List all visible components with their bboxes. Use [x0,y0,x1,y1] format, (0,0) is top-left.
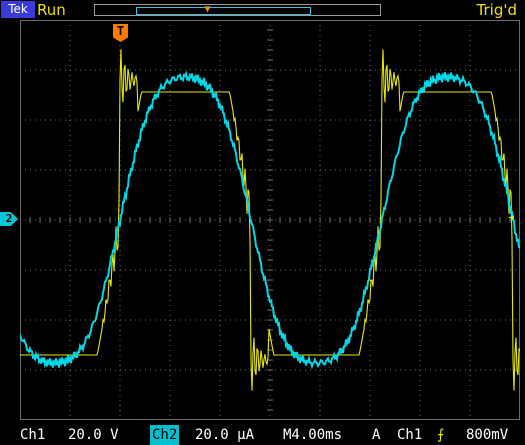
trigger-status: Trig'd [476,1,517,19]
waveform-display [20,20,520,420]
trigger-level: 800mV [466,427,509,443]
acquisition-state: Run [37,1,66,19]
view-window [136,7,311,15]
ch2-ground-marker[interactable]: 2 [0,212,18,226]
rising-edge-icon: ⨍ [437,427,445,443]
trigger-mode: A [372,427,381,443]
record-length-bar: ▼ [94,4,381,16]
ch1-scale: 20.0 V [68,427,119,443]
trigger-position-icon: ▼ [204,4,211,15]
top-status-bar: Tek Run ▼ Trig'd [0,0,525,20]
trigger-level-marker[interactable]: ◄ [508,213,520,223]
ch2-label: Ch2 [150,425,180,445]
timebase: M4.00ms [283,427,343,443]
brand-logo: Tek [1,1,35,18]
graticule [20,20,520,420]
ch2-scale: 20.0 µA [195,427,255,443]
trigger-source: Ch1 [397,427,423,443]
bottom-status-bar: Ch1 20.0 V Ch2 20.0 µA M4.00ms A Ch1 ⨍ 8… [0,425,525,445]
ch1-label: Ch1 [20,427,46,443]
